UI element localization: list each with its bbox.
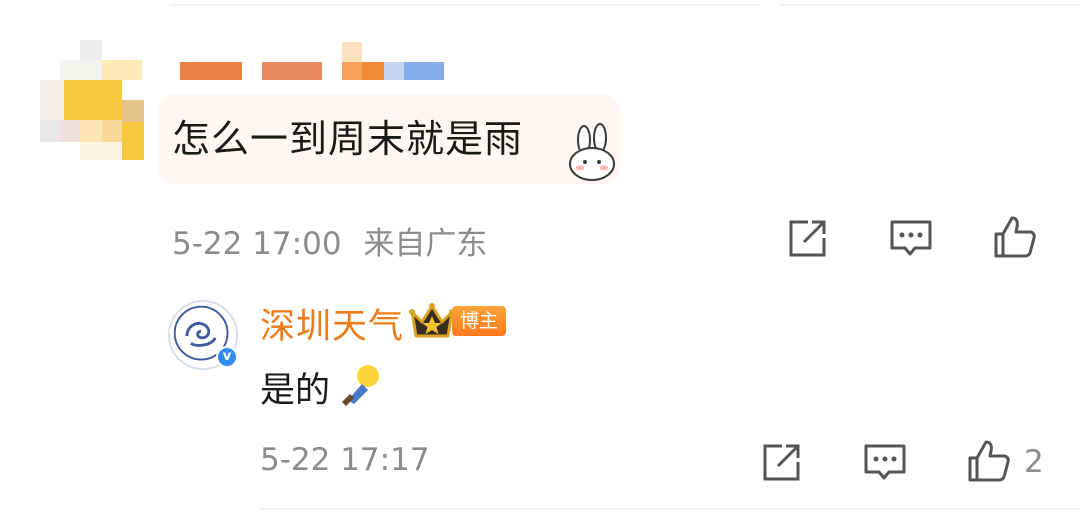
commenter-avatar[interactable] [40,40,144,164]
bottom-divider [260,508,1080,510]
share-button[interactable] [784,216,830,262]
reply-comment-button[interactable] [862,440,908,486]
share-icon [763,444,800,481]
verified-badge-icon: v [216,346,238,368]
top-divider-right [780,4,1080,6]
comment-text: 怎么一到周末就是雨 [172,117,524,161]
comment-button[interactable] [888,216,934,262]
author-role-badge: 博主 [452,306,507,336]
comment-time: 5-22 17:00 [172,226,342,262]
reply-author-name[interactable]: 深圳天气 [260,298,404,349]
comment-location: 来自广东 [363,226,488,262]
comment-icon [864,444,906,480]
crown-icon [408,300,456,342]
reply-like-count: 2 [1024,444,1044,480]
reply-share-button[interactable] [758,440,804,486]
like-icon [968,440,1010,482]
commenter-name[interactable] [180,42,450,82]
comment-icon [890,220,932,256]
lightbulb-emoji-icon [338,362,386,406]
like-button[interactable] [992,214,1038,260]
comment-meta: 5-22 17:00 来自广东 [172,218,487,263]
top-divider [170,4,760,6]
like-icon [994,216,1036,258]
reply-time: 5-22 17:17 [260,442,430,478]
reply-text: 是的 [260,371,331,411]
share-icon [789,220,826,257]
bunny-sticker-icon [562,122,624,184]
reply-like-button[interactable] [966,438,1012,484]
